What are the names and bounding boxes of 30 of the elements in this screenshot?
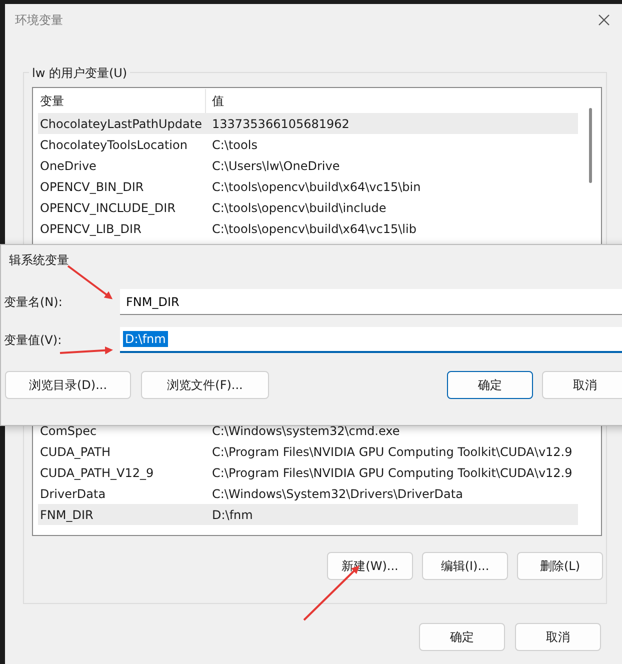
dialog-button[interactable]: 编辑(I)... (422, 552, 508, 580)
list-row[interactable]: CUDA_PATH C:\Program Files\NVIDIA GPU Computing Toolkit\CUDA\v12.9 (38, 441, 578, 462)
list-row[interactable]: FNM_DIR D:\fnm (38, 504, 578, 525)
dialog-button[interactable]: 取消 (542, 371, 622, 399)
list-row[interactable]: OPENCV_INCLUDE_DIR C:\tools\opencv\build\include (38, 197, 578, 218)
dialog-title: 辑系统变量 (9, 252, 69, 268)
list-row[interactable]: OneDrive C:\Users\lw\OneDrive (38, 155, 578, 176)
annotation-arrow (60, 346, 113, 354)
list-row[interactable]: OPENCV_LIB_DIR C:\tools\opencv\build\x64\vc15\lib (38, 218, 578, 239)
close-icon[interactable] (598, 14, 610, 26)
list-row[interactable]: OPENCV_BIN_DIR C:\tools\opencv\build\x64\vc15\bin (38, 176, 578, 197)
group-label: lw 的用户变量(U) (29, 65, 130, 82)
dialog-button[interactable]: 确定 (447, 371, 533, 399)
dialog-button[interactable]: 浏览目录(D)... (5, 371, 131, 399)
value-input-field[interactable]: D:\fnm (120, 327, 622, 353)
list-row[interactable]: DriverData C:\Windows\System32\Drivers\DriverData (38, 483, 578, 504)
dialog-button[interactable]: 浏览文件(F)... (141, 371, 269, 399)
list-row[interactable]: ChocolateyToolsLocation C:\tools (38, 134, 578, 155)
list-row[interactable]: CUDA_PATH_V12_9 C:\Program Files\NVIDIA GPU Computing Toolkit\CUDA\v12.9 (38, 462, 578, 483)
scrollbar-thumb[interactable] (589, 108, 592, 183)
column-header[interactable]: 值 (206, 89, 224, 113)
list-row[interactable]: ChocolateyLastPathUpdate 133735366105681962 (38, 113, 578, 134)
field-label: 变量值(V): (3, 332, 63, 348)
dialog-button[interactable]: 删除(L) (517, 552, 603, 580)
dialog-button[interactable]: 确定 (419, 623, 505, 651)
name-input-field[interactable]: FNM_DIR (120, 289, 622, 315)
field-label: 变量名(N): (3, 294, 64, 310)
window-title: 环境变量 (15, 12, 63, 28)
annotation-arrow (67, 265, 113, 300)
dialog-button[interactable]: 取消 (515, 623, 601, 651)
